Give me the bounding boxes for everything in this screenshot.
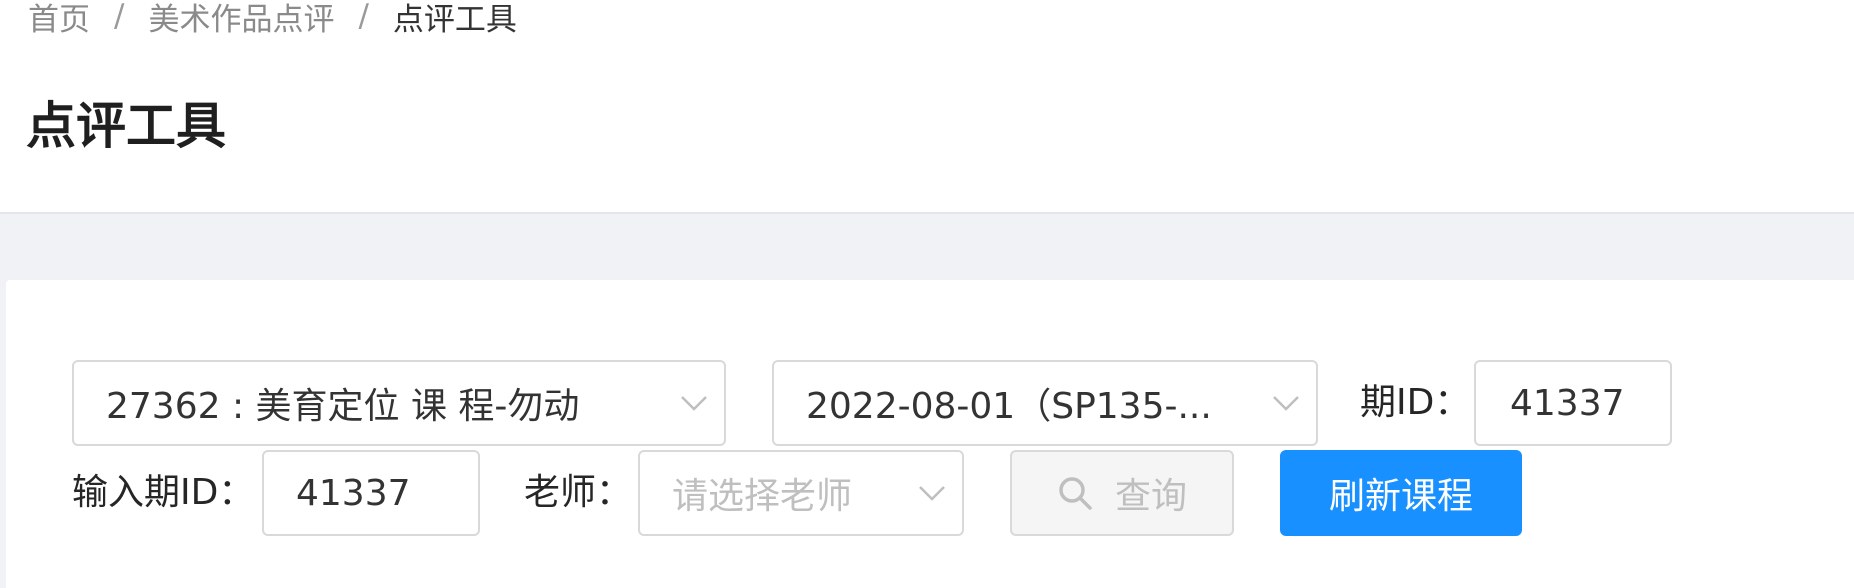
period-id-value: 41337: [1510, 382, 1625, 424]
period-id-field[interactable]: 41337: [1474, 360, 1672, 446]
page-title: 点评工具: [26, 97, 226, 155]
search-icon: [1057, 475, 1093, 511]
input-period-id-field[interactable]: 41337: [262, 450, 480, 536]
breadcrumb-item-home[interactable]: 首页: [28, 0, 90, 39]
breadcrumb-separator: /: [114, 0, 125, 34]
course-select-value: 27362 : 美育定位 课 程-勿动: [106, 386, 580, 427]
breadcrumb-item-current: 点评工具: [392, 1, 517, 38]
date-select-value: 2022-08-01（SP135-...: [806, 386, 1212, 427]
chevron-down-icon: [902, 452, 962, 534]
period-id-label: 期ID：: [1360, 382, 1471, 423]
refresh-courses-label: 刷新课程: [1328, 476, 1473, 517]
teacher-label: 老师：: [524, 472, 633, 513]
refresh-courses-button[interactable]: 刷新课程: [1280, 450, 1522, 536]
course-select[interactable]: 27362 : 美育定位 课 程-勿动: [72, 360, 726, 446]
breadcrumb-separator: /: [358, 0, 369, 34]
input-period-id-value: 41337: [296, 472, 411, 514]
chevron-down-icon: [664, 362, 724, 444]
breadcrumb: 首页 / 美术作品点评 / 点评工具: [28, 0, 517, 39]
date-select[interactable]: 2022-08-01（SP135-...: [772, 360, 1318, 446]
chevron-down-icon: [1256, 362, 1316, 444]
search-button-label: 查询: [1114, 476, 1187, 517]
teacher-select-placeholder: 请选择老师: [672, 476, 853, 517]
input-period-id-label: 输入期ID：: [72, 472, 255, 513]
page-header: 首页 / 美术作品点评 / 点评工具 点评工具: [0, 0, 1854, 214]
breadcrumb-item-art-review[interactable]: 美术作品点评: [148, 0, 334, 39]
teacher-select[interactable]: 请选择老师: [638, 450, 964, 536]
filter-card: 27362 : 美育定位 课 程-勿动 2022-08-01（SP135-...…: [6, 280, 1854, 588]
search-button[interactable]: 查询: [1010, 450, 1234, 536]
